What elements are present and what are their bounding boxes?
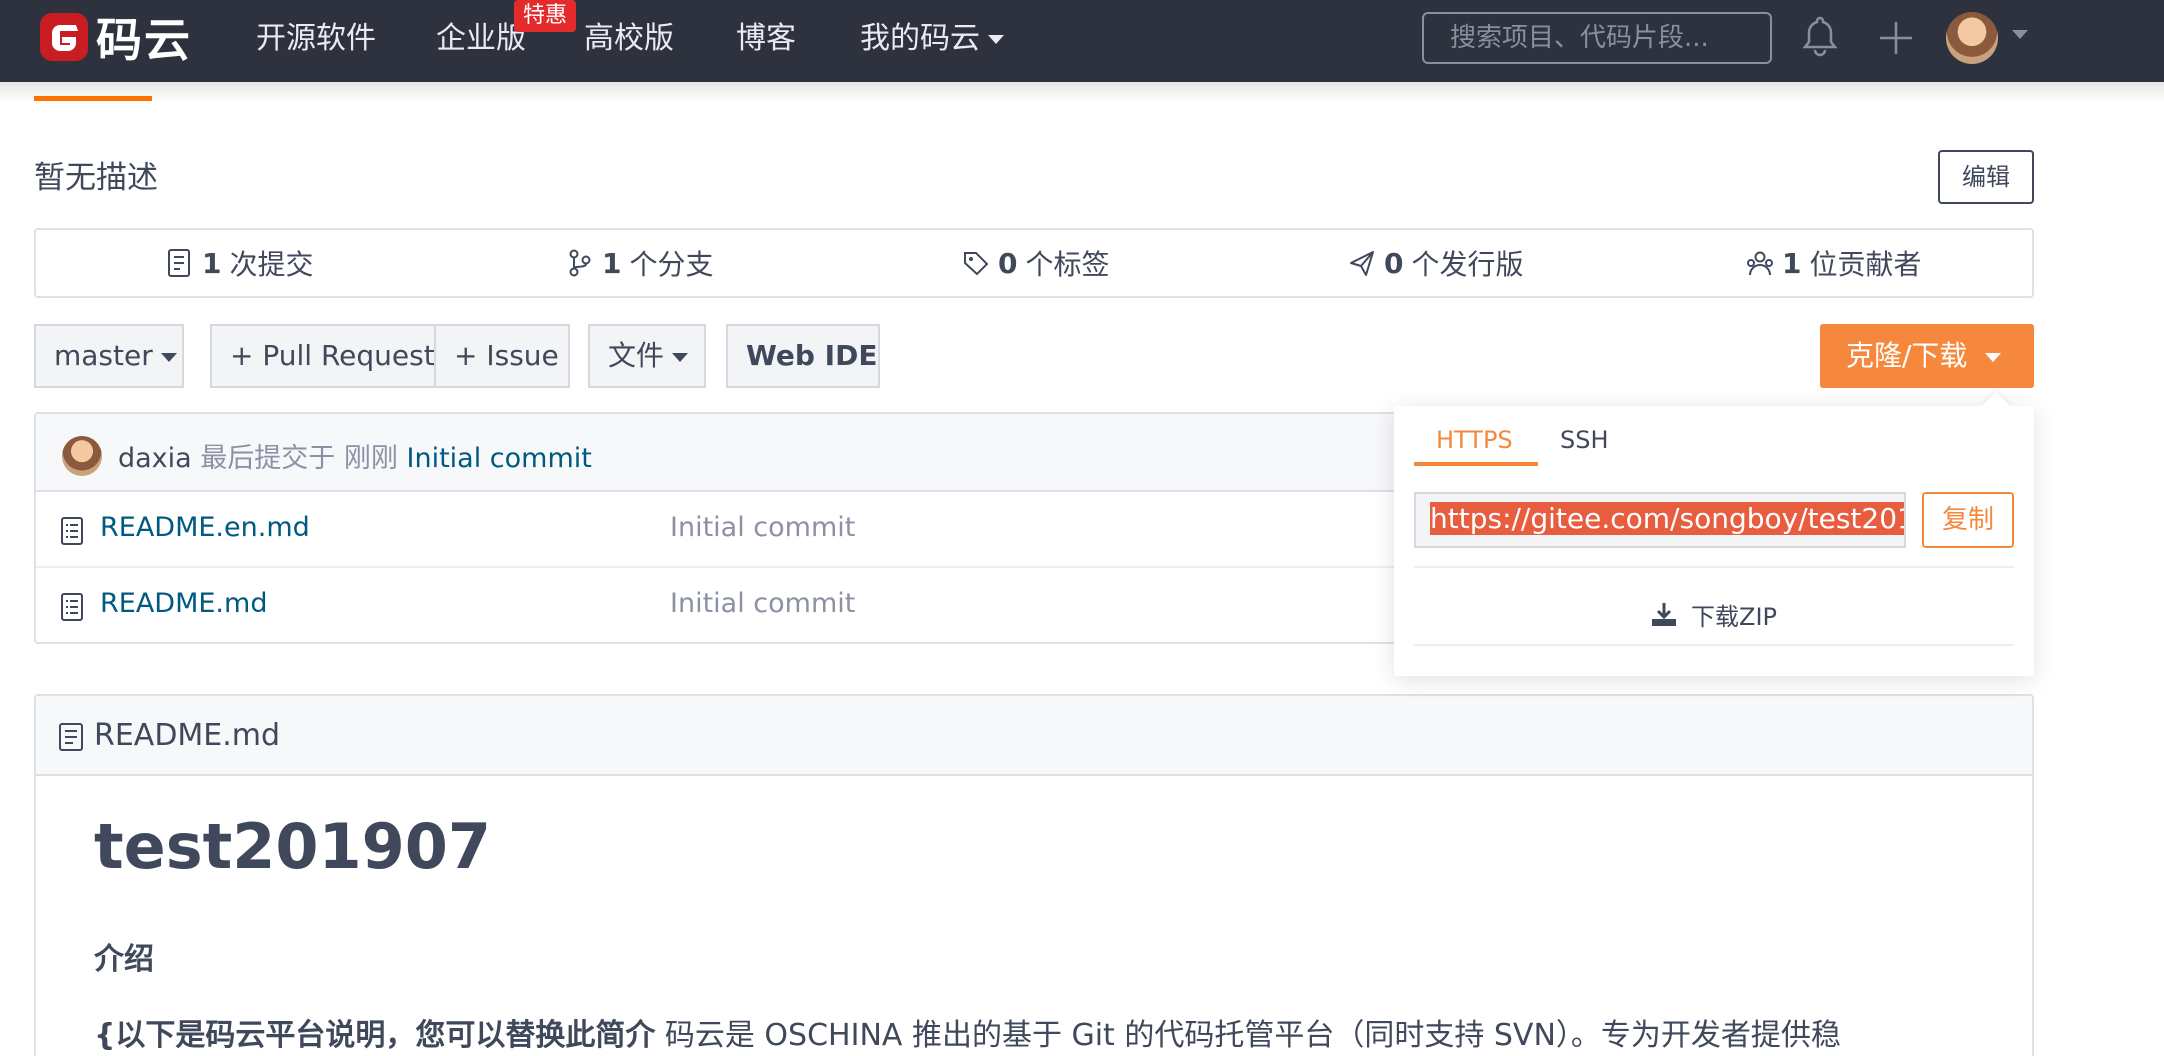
stat-contributors-count: 1	[1782, 246, 1802, 280]
nav-my-gitee-label: 我的码云	[860, 21, 980, 56]
gitee-g-icon	[40, 13, 88, 61]
commit-author[interactable]: daxia	[118, 443, 192, 474]
edit-button[interactable]: 编辑	[1938, 150, 2034, 204]
file-menu-button[interactable]: 文件	[588, 324, 706, 388]
dropdown-arrow	[1981, 391, 2011, 421]
clone-url-field[interactable]: https://gitee.com/songboy/test201907	[1414, 492, 1906, 548]
readme-paragraph-rest: 码云是 OSCHINA 推出的基于 Git 的代码托管平台（同时支持 SVN）。…	[655, 1018, 1841, 1053]
chevron-down-icon	[1985, 352, 2002, 362]
branch-select-label: master	[54, 339, 153, 372]
file-commit-message[interactable]: Initial commit	[670, 512, 855, 543]
tab-https[interactable]: HTTPS	[1436, 420, 1513, 460]
file-name-link[interactable]: README.md	[100, 588, 267, 619]
stat-releases-count: 0	[1384, 246, 1404, 280]
commit-message-link[interactable]: Initial commit	[407, 443, 592, 474]
branch-select[interactable]: master	[34, 324, 184, 388]
readme-file-icon	[59, 723, 83, 751]
web-ide-button[interactable]: Web IDE	[726, 324, 880, 388]
stat-contributors-label: 位贡献者	[1809, 248, 1922, 281]
bell-icon[interactable]	[1800, 14, 1840, 58]
copy-button[interactable]: 复制	[1922, 492, 2014, 548]
file-menu-label: 文件	[608, 339, 665, 372]
download-zip-label: 下载ZIP	[1691, 602, 1777, 631]
divider	[1414, 566, 2014, 568]
avatar[interactable]	[62, 436, 102, 476]
clone-download-label: 克隆/下载	[1846, 339, 1968, 372]
contributors-icon	[1747, 251, 1773, 276]
divider	[1414, 644, 2014, 646]
readme-panel: README.md test201907 介绍 {以下是码云平台说明，您可以替换…	[34, 694, 2034, 1056]
stat-releases[interactable]: 0 个发行版	[1348, 230, 1524, 296]
nav-enterprise[interactable]: 企业版	[436, 18, 526, 60]
nav-my-gitee[interactable]: 我的码云	[860, 18, 1004, 60]
readme-paragraph: {以下是码云平台说明，您可以替换此简介 码云是 OSCHINA 推出的基于 Gi…	[94, 1010, 1841, 1054]
stat-branches[interactable]: 1 个分支	[566, 230, 714, 296]
stat-tags-label: 个标签	[1025, 248, 1110, 281]
promo-badge: 特惠	[514, 0, 576, 32]
chevron-down-icon	[672, 352, 689, 362]
pull-request-button[interactable]: + Pull Request	[210, 324, 436, 388]
repo-stats-bar: 1 次提交 1 个分支 0 个标签 0 个发行版 1 位贡献者	[34, 228, 2034, 298]
user-avatar[interactable]	[1946, 12, 1998, 64]
plus-icon[interactable]	[1876, 18, 1916, 58]
stat-commits[interactable]: 1 次提交	[166, 230, 314, 296]
chevron-down-icon	[160, 352, 177, 362]
clone-download-button[interactable]: 克隆/下载	[1820, 324, 2034, 388]
stat-tags-count: 0	[998, 246, 1018, 280]
readme-paragraph-bold: {以下是码云平台说明，您可以替换此简介	[94, 1018, 656, 1053]
readme-header: README.md	[36, 696, 2032, 776]
nav-university[interactable]: 高校版	[584, 18, 674, 60]
nav-shadow	[0, 82, 2164, 102]
commit-meta: 最后提交于 刚刚	[200, 443, 398, 474]
branch-icon	[569, 249, 591, 277]
readme-file-title: README.md	[94, 718, 281, 753]
repo-description: 暂无描述	[34, 160, 158, 196]
chevron-down-icon	[988, 35, 1004, 44]
file-icon	[61, 517, 83, 545]
file-commit-message[interactable]: Initial commit	[670, 588, 855, 619]
logo-text: 码云	[96, 13, 192, 67]
search-input[interactable]	[1422, 12, 1772, 64]
chevron-down-icon[interactable]	[2012, 30, 2028, 39]
issue-button[interactable]: + Issue	[434, 324, 570, 388]
stat-tags[interactable]: 0 个标签	[962, 230, 1110, 296]
file-icon	[61, 593, 83, 621]
tag-icon	[964, 252, 989, 276]
clone-dropdown: HTTPS SSH https://gitee.com/songboy/test…	[1394, 391, 2034, 676]
nav-open-source[interactable]: 开源软件	[256, 18, 376, 60]
download-zip-link[interactable]: 下载ZIP	[1394, 592, 2034, 636]
stat-commits-label: 次提交	[229, 248, 314, 281]
file-name-link[interactable]: README.en.md	[100, 512, 310, 543]
stat-releases-label: 个发行版	[1411, 248, 1524, 281]
last-commit-info: daxia 最后提交于 刚刚 Initial commit	[118, 436, 592, 475]
readme-heading: test201907	[94, 810, 492, 883]
active-tab-indicator	[34, 96, 152, 101]
stat-commits-count: 1	[202, 246, 222, 280]
top-navbar: 码云 开源软件 企业版 特惠 高校版 博客 我的码云	[0, 0, 2164, 82]
download-icon	[1652, 603, 1676, 626]
tab-https-underline	[1414, 462, 1538, 466]
release-icon	[1350, 251, 1374, 276]
clone-url-selected: https://gitee.com/songboy/test201907	[1430, 502, 1904, 535]
commit-icon	[168, 249, 190, 277]
stat-branches-count: 1	[602, 246, 622, 280]
readme-section-heading: 介绍	[94, 942, 154, 977]
nav-blog[interactable]: 博客	[736, 18, 796, 60]
stat-branches-label: 个分支	[629, 248, 714, 281]
stat-contributors[interactable]: 1 位贡献者	[1746, 230, 1922, 296]
gitee-logo[interactable]: 码云	[38, 11, 192, 67]
tab-ssh[interactable]: SSH	[1560, 420, 1609, 460]
